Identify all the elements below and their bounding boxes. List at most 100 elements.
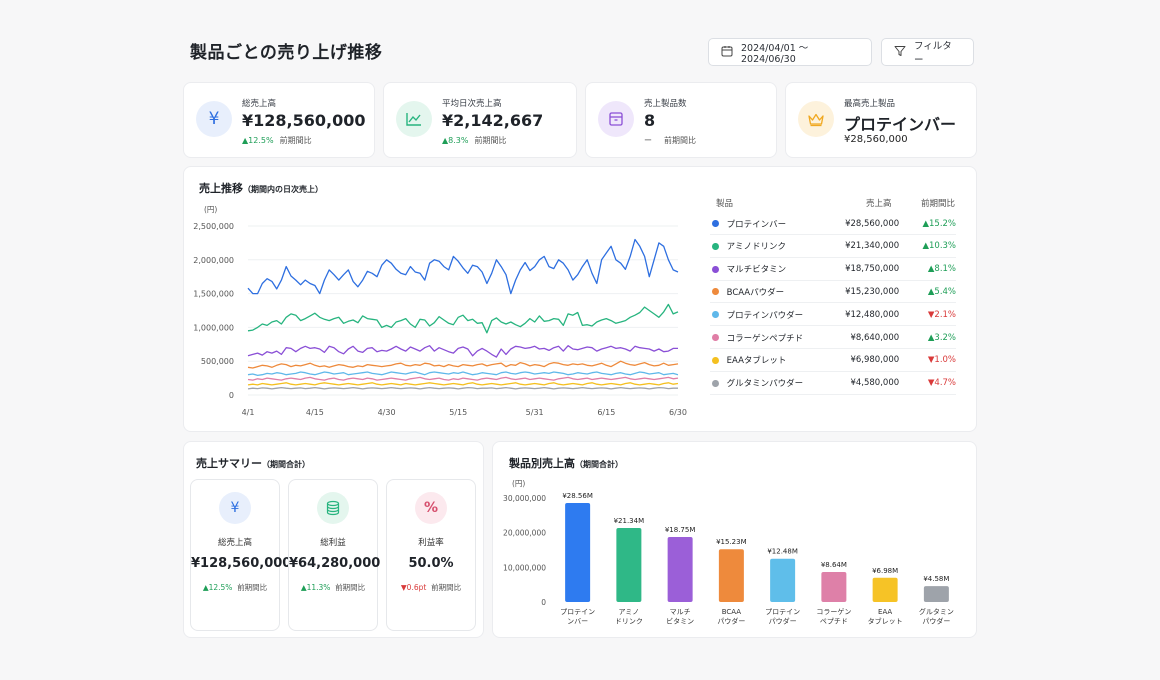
summary-change: ▲11.3% xyxy=(300,583,331,592)
filter-icon xyxy=(894,45,906,60)
kpi-value: ¥128,560,000 xyxy=(242,111,366,130)
series-line xyxy=(247,371,679,377)
x-tick-label: 4/30 xyxy=(378,408,396,417)
x-category-label: グルタミン xyxy=(919,607,954,616)
y-tick-label: 0 xyxy=(229,391,234,400)
kpi-compare: 前期間比 xyxy=(664,136,696,145)
bar xyxy=(718,549,744,602)
bar xyxy=(565,502,591,602)
kpi-compare: 前期間比 xyxy=(279,136,312,145)
x-category-label: タブレット xyxy=(868,617,903,626)
product-sales: ¥28,560,000 xyxy=(845,218,900,229)
product-sales: ¥8,640,000 xyxy=(850,332,900,343)
product-name: プロテインバー xyxy=(726,219,787,230)
coins-icon xyxy=(317,492,349,524)
summary-label: 利益率 xyxy=(418,538,444,548)
table-row[interactable]: BCAAパウダー ¥15,230,000 ▲5.4% xyxy=(710,281,957,304)
x-tick-label: 5/15 xyxy=(449,408,467,417)
product-change: ▼2.1% xyxy=(927,309,957,320)
crown-icon xyxy=(798,101,834,137)
table-row[interactable]: マルチビタミン ¥18,750,000 ▲8.1% xyxy=(710,259,956,281)
kpi-top-product-sales: ¥28,560,000 xyxy=(844,134,908,145)
trend-title-text: 売上推移 xyxy=(199,182,243,195)
kpi-label: 平均日次売上高 xyxy=(442,99,502,109)
table-row[interactable]: プロテインバー ¥28,560,000 ▲15.2% xyxy=(710,213,956,235)
x-tick-label: 4/1 xyxy=(242,408,255,417)
series-line xyxy=(247,386,678,390)
bar xyxy=(616,528,642,602)
x-tick-label: 4/15 xyxy=(306,408,324,417)
product-change: ▼4.7% xyxy=(927,378,957,389)
y-tick-label: 2,500,000 xyxy=(193,222,234,231)
product-sales: ¥12,480,000 xyxy=(845,309,900,320)
percent-icon: % xyxy=(415,492,447,524)
summary-value: ¥128,560,000 xyxy=(191,556,292,571)
y-tick-label: 30,000,000 xyxy=(503,494,546,503)
summary-compare: 前期間比 xyxy=(237,583,268,592)
kpi-card-avg-daily: 平均日次売上高 ¥2,142,667 ▲8.3% 前期間比 xyxy=(383,82,577,158)
summary-compare: 前期間比 xyxy=(431,583,462,592)
summary-card-total-sales: ¥ 総売上高 ¥128,560,000 ▲12.5% 前期間比 xyxy=(190,479,292,631)
box-icon xyxy=(598,101,634,137)
kpi-value: 8 xyxy=(644,111,656,130)
kpi-value: ¥2,142,667 xyxy=(442,111,544,130)
product-name: グルタミンパウダー xyxy=(726,379,804,390)
x-category-label: ンバー xyxy=(567,618,588,626)
summary-change: ▼0.6pt xyxy=(400,583,427,592)
bar xyxy=(770,558,796,602)
x-category-label: EAA xyxy=(878,608,892,616)
bar-subtitle: （期間合計） xyxy=(575,460,623,469)
product-name: EAAタブレット xyxy=(726,356,787,367)
product-change: ▲3.2% xyxy=(927,332,957,343)
product-change: ▲8.1% xyxy=(927,264,957,275)
series-line xyxy=(247,238,679,295)
product-change: ▲5.4% xyxy=(927,286,957,297)
summary-compare: 前期間比 xyxy=(335,583,366,592)
bar xyxy=(923,586,949,602)
x-category-label: マルチ xyxy=(670,608,691,616)
table-row[interactable]: アミノドリンク ¥21,340,000 ▲10.3% xyxy=(710,236,956,258)
legend-dot xyxy=(712,334,719,341)
table-row[interactable]: EAAタブレット ¥6,980,000 ▼1.0% xyxy=(710,350,956,372)
kpi-card-total-sales: ¥ 総売上高 ¥128,560,000 ▲12.5% 前期間比 xyxy=(183,82,375,158)
kpi-label: 総売上高 xyxy=(242,99,277,109)
product-sales: ¥15,230,000 xyxy=(845,286,900,297)
product-sales: ¥6,980,000 xyxy=(850,355,900,366)
legend-dot xyxy=(712,356,719,364)
summary-card-profit-margin: % 利益率 50.0% ▼0.6pt 前期間比 xyxy=(386,479,476,631)
x-category-label: パウダー xyxy=(717,617,745,626)
x-tick-label: 6/30 xyxy=(669,408,687,417)
x-category-label: BCAA xyxy=(722,608,742,616)
date-range-button[interactable]: 2024/04/01 ～ 2024/06/30 xyxy=(708,38,872,66)
product-sales: ¥18,750,000 xyxy=(845,264,900,275)
summary-value: 50.0% xyxy=(408,556,454,571)
table-row[interactable]: コラーゲンペプチド ¥8,640,000 ▲3.2% xyxy=(710,327,956,349)
bar-value-label: ¥21.34M xyxy=(614,517,645,525)
table-row[interactable]: プロテインパウダー ¥12,480,000 ▼2.1% xyxy=(710,304,957,327)
x-category-label: ペプチド xyxy=(820,618,848,626)
bar-value-label: ¥6.98M xyxy=(872,567,898,575)
kpi-label: 売上製品数 xyxy=(644,99,687,109)
series-line xyxy=(247,345,678,358)
summary-subtitle: （期間合計） xyxy=(262,460,310,469)
y-tick-label: 0 xyxy=(541,598,546,607)
bar-value-label: ¥15.23M xyxy=(716,538,747,546)
trend-subtitle: （期間内の日次売上） xyxy=(243,185,323,194)
yen-icon: ¥ xyxy=(219,492,251,524)
x-category-label: パウダー xyxy=(922,617,950,626)
table-row[interactable]: グルタミンパウダー ¥4,580,000 ▼4.7% xyxy=(710,373,956,395)
kpi-card-top-product: 最高売上製品 プロテインバー ¥28,560,000 xyxy=(785,82,977,158)
series-line xyxy=(247,376,679,381)
filter-button[interactable]: フィルター xyxy=(881,38,974,66)
bar xyxy=(872,577,898,602)
y-tick-label: 10,000,000 xyxy=(503,563,546,572)
summary-change: ▲12.5% xyxy=(202,583,233,592)
summary-title: 売上サマリー（期間合計） xyxy=(196,455,310,471)
date-range-label: 2024/04/01 ～ 2024/06/30 xyxy=(741,42,809,65)
yen-icon: ¥ xyxy=(196,101,232,137)
kpi-change: ー xyxy=(644,136,652,145)
series-line xyxy=(247,382,679,386)
legend-dot xyxy=(712,220,719,227)
bar-value-label: ¥28.56M xyxy=(562,492,593,500)
summary-label: 総売上高 xyxy=(217,538,252,548)
